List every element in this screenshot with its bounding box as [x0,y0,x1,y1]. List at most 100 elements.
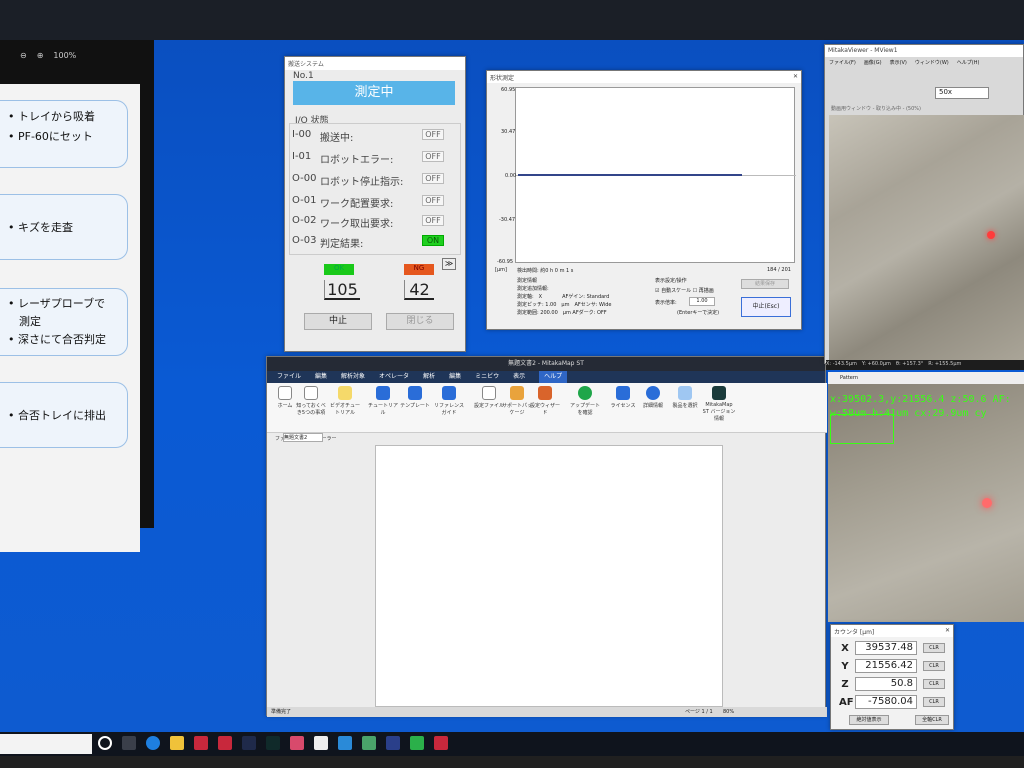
edge-icon[interactable] [146,736,160,750]
menu-item[interactable]: 編集 [449,371,461,383]
product-select-button[interactable]: 製品を選択 [668,386,702,409]
details-button[interactable]: 詳細情報 [636,386,670,409]
counter-window: カウンタ [μm] ✕ X 39537.48 CLR Y 21556.42 CLR Z 50… [830,624,954,730]
close-button[interactable]: 閉じる [386,313,454,330]
enter-hint: (Enterキーで決定) [677,310,720,316]
page-indicator: ページ 1 / 1 [685,709,713,715]
window-title: カウンタ [μm] [834,629,875,636]
io-row: O-03 判定結果: ON [292,235,454,250]
menu-item-help[interactable]: ヘルプ [539,371,568,383]
clr-button[interactable]: CLR [923,643,945,653]
video-icon [338,386,352,400]
app-icon[interactable] [218,736,232,750]
app-icon[interactable] [242,736,256,750]
menu-item[interactable]: ミニビウ [475,371,499,383]
app-icon[interactable] [434,736,448,750]
ok-count: 105 [324,280,360,300]
document-page[interactable] [375,445,723,707]
magnification-select[interactable]: 50x [935,87,989,99]
axis-key: X [841,642,849,654]
template-button[interactable]: テンプレート [398,386,432,409]
ratio-label: 表示倍率: [655,300,677,306]
dots-icon [678,386,692,400]
photo-icon[interactable] [338,736,352,750]
folder-icon[interactable] [170,736,184,750]
reference-guide-button[interactable]: リファレンスガイド [432,386,466,416]
menu-item[interactable]: ファイル [277,371,301,383]
y-tick: 60.95 [501,87,516,93]
menu-item[interactable]: オペレータ [379,371,409,383]
video-tutorial-button[interactable]: ビデオチュートリアル [328,386,362,416]
ratio-input[interactable]: 1.00 [689,297,715,306]
io-code: I-01 [292,151,312,162]
axis-row: Y 21556.42 CLR [839,659,949,673]
profile-plot [515,87,796,263]
version-info-button[interactable]: MitakaMap ST バージョン情報 [702,386,736,422]
settings-wizard-button[interactable]: 設定ウィザード [528,386,562,416]
close-icon[interactable]: ✕ [945,627,950,635]
stop-esc-button[interactable]: 中止(Esc) [741,297,791,317]
expand-button[interactable]: ≫ [442,258,456,270]
document-icon[interactable] [314,736,328,750]
step-line: • 深さにて合否判定 [8,333,106,346]
y-tick: -60.95 [497,259,514,265]
ribbon-label: アップデートを確認 [569,403,600,416]
mitakamap-icon[interactable] [266,736,280,750]
clr-button[interactable]: CLR [923,661,945,671]
side-tab[interactable]: ファイル エクスプローラー [275,435,375,709]
all-clear-button[interactable]: 全軸CLR [915,715,949,725]
io-row: O-01 ワーク配置要求: OFF [292,195,454,210]
save-result-button[interactable]: 結果保存 [741,279,789,289]
menu-item[interactable]: 表示 [513,371,525,383]
app-icon[interactable] [194,736,208,750]
stop-button[interactable]: 中止 [304,313,372,330]
ng-count: 42 [404,280,434,300]
menu-item[interactable]: ウィンドウ(W) [915,59,949,66]
app-icon[interactable] [410,736,424,750]
five-things-button[interactable]: 知っておくべき5つの事項 [294,386,328,416]
check-update-button[interactable]: アップデートを確認 [568,386,602,416]
menu-item[interactable]: ヘルプ(H) [957,59,980,66]
axis-row: AF -7580.04 CLR [839,695,949,709]
clr-button[interactable]: CLR [923,679,945,689]
task-view-icon[interactable] [122,736,136,750]
camera-image[interactable] [829,115,1024,361]
window-title: Pattern [828,372,1024,384]
step-box: • 合否トレイに排出 [0,382,128,448]
zoom-out-icon[interactable]: ⊖ [20,51,27,60]
menu-item[interactable]: 解析対象 [341,371,365,383]
io-value: OFF [422,215,444,226]
license-button[interactable]: ライセンス [606,386,640,409]
menu-item[interactable]: 編集 [315,371,327,383]
clr-button[interactable]: CLR [923,697,945,707]
step-line: 測定 [8,315,41,328]
ribbon-label: テンプレート [400,403,430,409]
tutorial-button[interactable]: チュートリアル [366,386,400,416]
menu-item[interactable]: 表示(V) [890,59,907,66]
close-icon[interactable]: ✕ [793,73,798,81]
menu-item[interactable]: ファイル(F) [829,59,856,66]
io-row: O-00 ロボット停止指示: OFF [292,173,454,188]
info-header: 測定情報 [517,278,538,284]
search-box[interactable] [0,734,92,754]
zoom-in-icon[interactable]: ⊕ [37,51,44,60]
shape-measurement-window: 形状測定 ✕ 60.95 30.47 0.00 -30.47 -60.95 [μm… [486,70,802,330]
doc-tab[interactable]: 無題文書2 [283,433,323,442]
step-line: • 合否トレイに排出 [8,409,106,422]
ng-label: NG [404,264,434,275]
window-title: 形状測定 [490,75,515,82]
display-header: 表示設定/操作 [655,278,687,284]
auto-scale-checkbox[interactable]: ☑ 自動スケール ☐ 再描画 [655,287,714,294]
absolute-view-button[interactable]: 絶対値表示 [849,715,889,725]
help-book-icon [442,386,456,400]
ribbon-label: 設定ウィザード [529,403,560,416]
app-icon[interactable] [362,736,376,750]
io-code: O-03 [292,235,317,246]
ribbon-label: チュートリアル [367,403,398,416]
cortana-icon[interactable] [98,736,112,750]
menu-item[interactable]: 解析 [423,371,435,383]
app-icon[interactable] [386,736,400,750]
menu-item[interactable]: 画像(G) [864,59,882,66]
app-icon[interactable] [290,736,304,750]
profile-trace [518,174,742,176]
